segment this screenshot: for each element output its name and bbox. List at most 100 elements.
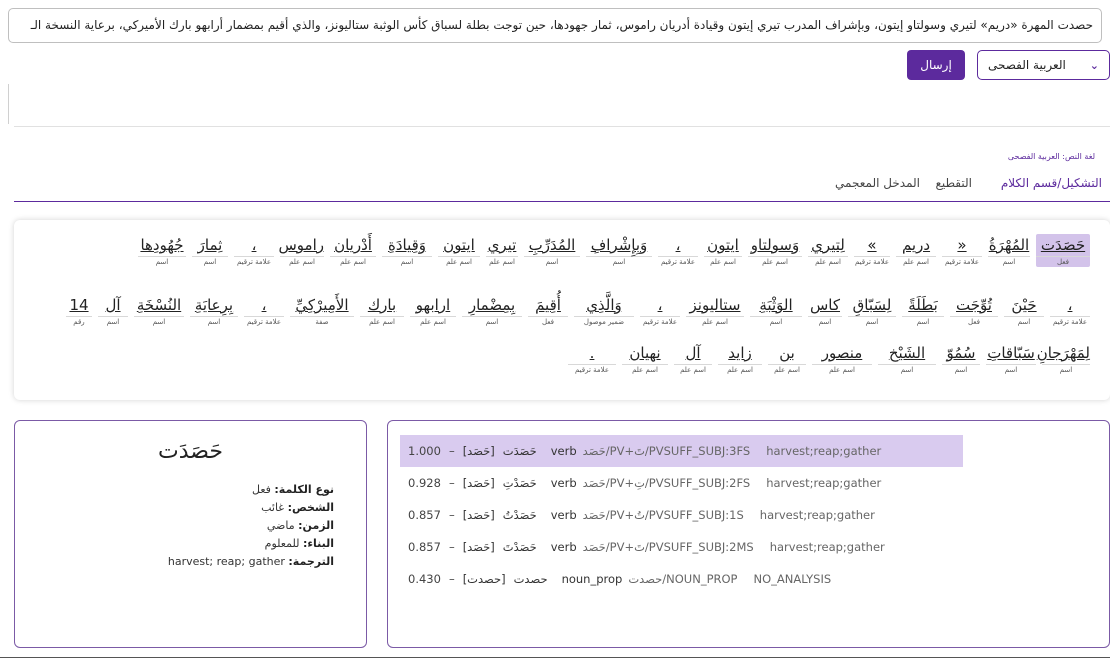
word-pos-tag: اسم <box>134 316 184 327</box>
analysis-lemma: [حَصَد] <box>462 540 495 554</box>
word-token[interactable]: بِمِضْمارِ اسم <box>462 294 522 327</box>
word-token[interactable]: وَقِيادَةِ اسم <box>382 234 432 267</box>
word-token[interactable]: أَدْريان اسم علم <box>330 234 376 267</box>
tab-segmentation[interactable]: التقطيع <box>935 176 972 190</box>
word-text: 14 <box>69 296 89 314</box>
word-token[interactable]: المُدَرِّبِ اسم <box>524 234 580 267</box>
word-token[interactable]: وَسولتاو اسم علم <box>748 234 802 267</box>
word-token[interactable]: كاس اسم <box>808 294 842 327</box>
word-pos-tag: اسم <box>1004 316 1044 327</box>
word-token[interactable]: لِسَبّاقِ اسم <box>848 294 896 327</box>
analysis-score: 0.857 <box>408 508 441 522</box>
analysis-buckwalter: حَصَد/PV+تَ/PVSUFF_SUBJ:3FS <box>582 444 751 458</box>
word-token[interactable]: الشَيْخ اسم <box>878 342 936 375</box>
text-input[interactable]: حصدت المهرة «دريم» لتيري وسولتاو إيتون، … <box>8 8 1102 43</box>
analysis-score: 0.430 <box>408 572 441 586</box>
word-text: . <box>589 344 595 362</box>
analysis-score: 0.857 <box>408 540 441 554</box>
word-token[interactable]: ستاليونز اسم علم <box>686 294 744 327</box>
word-token[interactable]: . علامة ترقيم <box>568 342 616 375</box>
word-token[interactable]: جُهُودِها اسم <box>138 234 186 267</box>
analysis-row[interactable]: 0.857– حَصَدْتُ [حَصَد] verb حَصَد/PV+تُ/PVS… <box>400 499 883 531</box>
word-text: راموس <box>278 236 324 254</box>
analysis-dash: – <box>448 476 455 490</box>
word-token[interactable]: نهيان اسم علم <box>622 342 668 375</box>
word-token[interactable]: آل اسم <box>98 294 128 327</box>
word-text: وَالَّذِي <box>586 296 622 314</box>
word-token[interactable]: ثِمارَ اسم <box>192 234 228 267</box>
word-text: تيري <box>487 236 517 254</box>
tab-lexical-entry[interactable]: المدخل المعجمي <box>835 176 920 190</box>
word-pos-tag: اسم <box>942 364 980 375</box>
word-token[interactable]: « علامة ترقيم <box>942 234 982 267</box>
word-token[interactable]: لِمَهْرَجانِ اسم <box>1037 342 1090 375</box>
word-token[interactable]: بَطَلَةً اسم <box>902 294 944 327</box>
word-token[interactable]: حَيْنَ اسم <box>1004 294 1044 327</box>
analysis-diacritized: حَصَدْتَ <box>502 540 537 554</box>
word-text: أُقِيمَ <box>535 296 561 314</box>
word-token[interactable]: حَصَدَت فعل <box>1036 234 1090 267</box>
word-pos-tag: اسم علم <box>280 256 324 267</box>
word-token[interactable]: أُقِيمَ فعل <box>528 294 568 327</box>
word-token[interactable]: 14 رقم <box>66 294 92 327</box>
words-panel: حَصَدَت فعل المُهْرَةُ اسم « علامة ترقيم دريم ا… <box>14 220 1110 400</box>
word-token[interactable]: تيري اسم علم <box>486 234 518 267</box>
divider-bottom <box>0 657 1110 658</box>
word-token[interactable]: » علامة ترقيم <box>854 234 890 267</box>
analysis-row[interactable]: 0.928– حَصَدْتِ [حَصَد] verb حَصَد/PV+تِ/PVS… <box>400 467 889 499</box>
word-token[interactable]: ايتون اسم علم <box>438 234 480 267</box>
analysis-dash: – <box>448 444 455 458</box>
word-token[interactable]: سَبّاقاتِ اسم <box>986 342 1036 375</box>
analysis-row[interactable]: 0.857– حَصَدْتَ [حَصَد] verb حَصَد/PV+تَ/PVS… <box>400 531 893 563</box>
word-token[interactable]: دريم اسم علم <box>896 234 936 267</box>
analysis-gloss: harvest;reap;gather <box>766 476 882 490</box>
analysis-row[interactable]: 1.000– حَصَدَت [حَصَد] verb حَصَد/PV+تَ/PVSU… <box>400 435 963 467</box>
dialect-select[interactable]: ⌄ العربية الفصحى <box>977 50 1110 80</box>
analysis-pos: verb <box>550 508 577 522</box>
word-token[interactable]: ، علامة ترقيم <box>658 234 698 267</box>
word-token[interactable]: لِتيري اسم علم <box>808 234 848 267</box>
analysis-buckwalter: حَصَد/PV+تَ/PVSUFF_SUBJ:2MS <box>582 540 754 554</box>
word-pos-tag: اسم <box>808 316 842 327</box>
word-token[interactable]: ، علامة ترقيم <box>1050 294 1090 327</box>
word-text: ثِمارَ <box>197 236 223 254</box>
word-pos-tag: اسم <box>192 256 228 267</box>
word-token[interactable]: ارابهو اسم علم <box>410 294 456 327</box>
word-token[interactable]: ، علامة ترقيم <box>640 294 680 327</box>
word-token[interactable]: المُهْرَةُ اسم <box>988 234 1030 267</box>
word-token[interactable]: آل اسم علم <box>674 342 712 375</box>
word-text: ستاليونز <box>689 296 741 314</box>
word-token[interactable]: بن اسم علم <box>768 342 806 375</box>
word-pos-tag: اسم علم <box>768 364 806 375</box>
word-token[interactable]: وَبِإِشْرافِ اسم <box>586 234 652 267</box>
word-text: ارابهو <box>415 296 451 314</box>
word-token[interactable]: راموس اسم علم <box>278 234 324 267</box>
word-token[interactable]: ، علامة ترقيم <box>244 294 284 327</box>
word-text: لِتيري <box>811 236 845 254</box>
detail-key: نوع الكلمة: <box>274 483 334 496</box>
word-pos-tag: اسم <box>462 316 522 327</box>
word-token[interactable]: ، علامة ترقيم <box>234 234 274 267</box>
word-token[interactable]: الوَثْبَةِ اسم <box>750 294 802 327</box>
word-token[interactable]: سُمُوّ اسم <box>942 342 980 375</box>
word-text: النُسْخَةِ <box>136 296 182 314</box>
word-token[interactable]: زايد اسم علم <box>718 342 762 375</box>
word-token[interactable]: تُوِّجَت فعل <box>950 294 998 327</box>
analysis-row[interactable]: 0.430– حصدت [حصدت] noun_prop حصدت/NOUN_PROP N… <box>400 563 839 595</box>
tab-diacritization-pos[interactable]: التشكيل/قسم الكلام <box>1001 176 1102 190</box>
word-token[interactable]: النُسْخَةِ اسم <box>134 294 184 327</box>
word-text: حَيْنَ <box>1011 296 1037 314</box>
word-pos-tag: اسم <box>382 256 432 267</box>
word-token[interactable]: منصور اسم علم <box>812 342 872 375</box>
analyses-panel: 1.000– حَصَدَت[حَصَد] verb حَصَد/PV+تَ/PVSU… <box>387 420 1110 648</box>
detail-row-person: الشخص: غائب <box>261 501 334 514</box>
analysis-pos: verb <box>550 444 577 458</box>
word-token[interactable]: ايتون اسم علم <box>704 234 742 267</box>
word-token[interactable]: وَالَّذِي ضمير موصول <box>574 294 634 327</box>
analysis-diacritized: حَصَدْتُ <box>502 508 537 522</box>
submit-button[interactable]: إرسال <box>907 50 965 80</box>
word-token[interactable]: الأَمِيرْكِيِّ صفة <box>290 294 354 327</box>
word-pos-tag: اسم علم <box>410 316 456 327</box>
word-token[interactable]: بارك اسم علم <box>360 294 404 327</box>
word-token[interactable]: بِرِعايَةِ اسم <box>190 294 238 327</box>
